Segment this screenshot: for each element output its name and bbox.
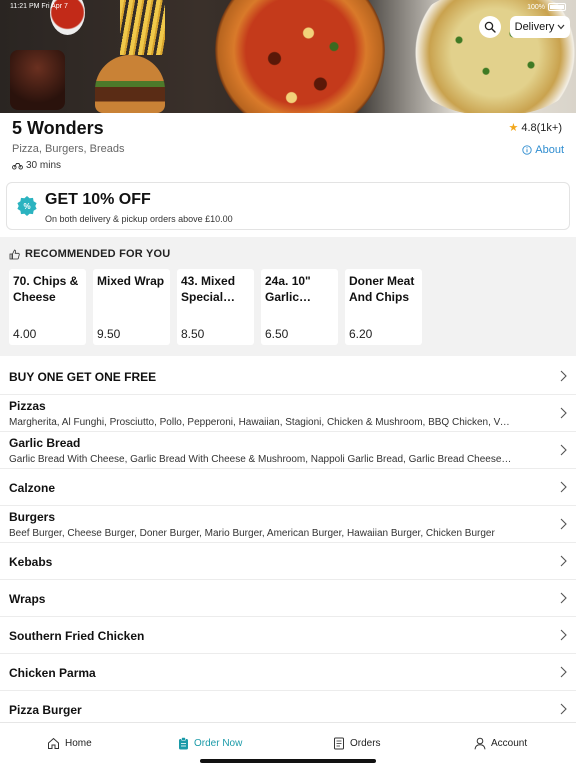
category-title: Pizzas [9,399,46,413]
category-title: Burgers [9,510,56,524]
category-title: Calzone [9,481,56,495]
category-row-garlic-bread[interactable]: Garlic Bread Garlic Bread With Cheese, G… [0,432,576,469]
category-row-pizzas[interactable]: Pizzas Margherita, Al Funghi, Prosciutto… [0,395,576,432]
recommended-item[interactable]: 70. Chips & Cheese 4.00 [9,269,86,345]
drink-image [10,50,65,110]
category-title: BUY ONE GET ONE FREE [9,370,157,384]
offer-subtitle: On both delivery & pickup orders above £… [45,214,233,224]
search-icon [484,21,496,33]
recommended-item[interactable]: 43. Mixed Special Kebab 8.50 [177,269,254,345]
item-price: 8.50 [181,327,205,341]
category-row-kebabs[interactable]: Kebabs [0,543,576,580]
status-battery: 100% [527,3,566,11]
home-indicator [200,759,376,763]
star-icon: ★ [508,122,519,134]
item-name: 70. Chips & Cheese [13,274,79,304]
chevron-right-icon [560,444,567,456]
item-price: 4.00 [13,327,37,341]
category-title: Garlic Bread [9,436,81,450]
bike-icon [12,163,23,170]
category-title: Chicken Parma [9,666,96,680]
rating-value: 4.8(1k+) [521,121,562,134]
tab-home[interactable]: Home [47,737,92,750]
category-description: Beef Burger, Cheese Burger, Doner Burger… [9,528,495,539]
category-description: Margherita, Al Funghi, Prosciutto, Pollo… [9,417,514,428]
order-icon [179,737,188,750]
status-time: 11:21 PM Fri Apr 7 [10,3,68,10]
recommended-item[interactable]: 24a. 10" Garlic Bread 6.50 [261,269,338,345]
tab-account[interactable]: Account [474,737,527,750]
item-name: Mixed Wrap [97,274,165,288]
item-name: Doner Meat And Chips [349,274,415,304]
category-row-calzone[interactable]: Calzone [0,469,576,506]
person-icon [474,737,486,750]
discount-badge-icon: % [17,196,37,216]
item-price: 9.50 [97,327,121,341]
battery-icon [548,3,566,11]
tab-orders[interactable]: Orders [333,737,381,750]
fries-image [120,0,165,55]
receipt-icon [334,737,344,750]
category-title: Wraps [9,592,46,606]
thumbs-up-icon [9,249,20,259]
category-title: Pizza Burger [9,703,82,717]
hero-banner: 11:21 PM Fri Apr 7 100% Delivery [0,0,576,113]
delivery-eta: 30 mins [12,160,61,171]
menu-categories: BUY ONE GET ONE FREE Pizzas Margherita, … [0,358,576,728]
category-row-chicken-parma[interactable]: Chicken Parma [0,654,576,691]
chevron-right-icon [560,666,567,678]
burger-image [95,55,165,113]
rating: ★ 4.8(1k+) [508,121,562,135]
restaurant-cuisine: Pizza, Burgers, Breads [12,143,125,155]
offer-banner[interactable]: % GET 10% OFF On both delivery & pickup … [6,182,570,230]
info-icon [522,145,532,155]
chevron-right-icon [560,703,567,715]
about-link[interactable]: About [522,144,564,156]
category-row-bogof[interactable]: BUY ONE GET ONE FREE [0,358,576,395]
chevron-right-icon [560,555,567,567]
recommended-section: RECOMMENDED FOR YOU 70. Chips & Cheese 4… [0,237,576,356]
category-title: Kebabs [9,555,53,569]
restaurant-name: 5 Wonders [12,118,104,138]
chevron-right-icon [560,407,567,419]
recommended-item[interactable]: Doner Meat And Chips 6.20 [345,269,422,345]
category-row-burgers[interactable]: Burgers Beef Burger, Cheese Burger, Done… [0,506,576,543]
chevron-right-icon [560,592,567,604]
item-name: 43. Mixed Special Kebab [181,274,236,307]
home-icon [48,737,59,749]
category-row-wraps[interactable]: Wraps [0,580,576,617]
item-price: 6.50 [265,327,289,341]
category-description: Garlic Bread With Cheese, Garlic Bread W… [9,454,514,465]
chevron-down-icon [557,24,565,30]
delivery-mode-dropdown[interactable]: Delivery [510,16,570,38]
search-button[interactable] [479,16,501,38]
offer-title: GET 10% OFF [45,191,151,208]
item-price: 6.20 [349,327,373,341]
recommended-item[interactable]: Mixed Wrap 9.50 [93,269,170,345]
category-title: Southern Fried Chicken [9,629,145,643]
chevron-right-icon [560,481,567,493]
recommended-list: 70. Chips & Cheese 4.00 Mixed Wrap 9.50 … [9,269,422,345]
recommended-heading: RECOMMENDED FOR YOU [9,248,170,260]
item-name: 24a. 10" Garlic Bread [265,274,311,307]
svg-text:%: % [23,202,30,211]
chevron-right-icon [560,370,567,382]
delivery-mode-label: Delivery [514,21,555,33]
category-row-southern-fried-chicken[interactable]: Southern Fried Chicken [0,617,576,654]
tab-order-now[interactable]: Order Now [178,737,242,750]
chevron-right-icon [560,629,567,641]
chevron-right-icon [560,518,567,530]
